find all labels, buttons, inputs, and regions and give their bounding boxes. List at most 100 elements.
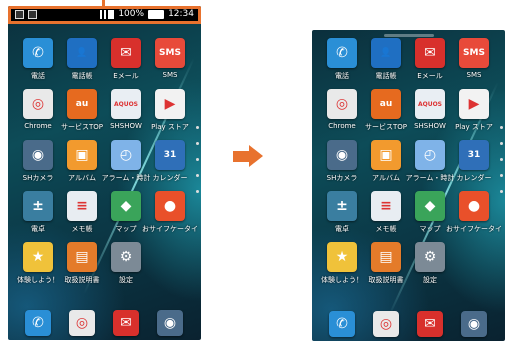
dock-slot[interactable]: ◉ — [148, 310, 192, 336]
app-shortcut[interactable]: ✆ 電話 — [320, 38, 364, 89]
calculator-icon[interactable]: ± — [23, 191, 53, 221]
dock-slot[interactable]: ◎ — [364, 311, 408, 337]
calendar-icon[interactable]: 31 — [459, 140, 489, 170]
app-shortcut[interactable]: ± 電卓 — [16, 191, 60, 242]
dock-chrome-icon[interactable]: ◎ — [69, 310, 95, 336]
app-shortcut[interactable]: ▣ アルバム — [60, 140, 104, 191]
app-shortcut[interactable]: ▶ Play ストア — [452, 89, 496, 140]
au-service-icon[interactable]: au — [67, 89, 97, 119]
maps-icon[interactable]: ◆ — [415, 191, 445, 221]
clock-icon[interactable]: ◴ — [111, 140, 141, 170]
phone-icon[interactable]: ✆ — [23, 38, 53, 68]
memo-icon[interactable]: ≡ — [67, 191, 97, 221]
app-shortcut[interactable]: ⚙ 設定 — [408, 242, 452, 293]
app-shortcut[interactable]: au サービスTOP — [60, 89, 104, 140]
app-shortcut[interactable]: ◴ アラーム・時計 — [405, 140, 455, 191]
app-shortcut[interactable]: ● おサイフケータイ — [446, 191, 502, 242]
memo-icon[interactable]: ≡ — [371, 191, 401, 221]
calculator-icon[interactable]: ± — [327, 191, 357, 221]
notification-icon — [15, 10, 24, 19]
app-shortcut[interactable]: ± 電卓 — [320, 191, 364, 242]
email-icon[interactable]: ✉ — [415, 38, 445, 68]
camera-icon[interactable]: ◉ — [23, 140, 53, 170]
sms-icon[interactable]: SMS — [155, 38, 185, 68]
settings-icon[interactable]: ⚙ — [111, 242, 141, 272]
app-shortcut[interactable]: ▶ Play ストア — [148, 89, 192, 140]
dock-slot[interactable]: ✆ — [16, 310, 60, 336]
album-icon[interactable]: ▣ — [371, 140, 401, 170]
app-shortcut[interactable]: SMS SMS — [148, 38, 192, 89]
app-shortcut[interactable]: ◆ マップ — [104, 191, 148, 242]
app-shortcut[interactable]: 👤 電話帳 — [60, 38, 104, 89]
osaifu-icon[interactable]: ● — [155, 191, 185, 221]
play-store-icon[interactable]: ▶ — [459, 89, 489, 119]
album-icon[interactable]: ▣ — [67, 140, 97, 170]
app-shortcut[interactable]: ● おサイフケータイ — [142, 191, 198, 242]
dock-phone-icon[interactable]: ✆ — [25, 310, 51, 336]
contacts-icon[interactable]: 👤 — [67, 38, 97, 68]
manual-icon[interactable]: ▤ — [371, 242, 401, 272]
osaifu-icon[interactable]: ● — [459, 191, 489, 221]
au-service-icon[interactable]: au — [371, 89, 401, 119]
dock-slot[interactable]: ✉ — [104, 310, 148, 336]
shshow-icon[interactable]: AQUOS — [415, 89, 445, 119]
app-shortcut[interactable]: ★ 体験しよう！ — [16, 242, 60, 293]
email-icon[interactable]: ✉ — [111, 38, 141, 68]
phone-icon[interactable]: ✆ — [327, 38, 357, 68]
app-shortcut[interactable]: ▤ 取扱説明書 — [60, 242, 104, 293]
maps-icon[interactable]: ◆ — [111, 191, 141, 221]
dock-phone-icon[interactable]: ✆ — [329, 311, 355, 337]
app-shortcut[interactable]: SMS SMS — [452, 38, 496, 89]
trial-icon[interactable]: ★ — [23, 242, 53, 272]
clock-icon[interactable]: ◴ — [415, 140, 445, 170]
dock-camera-icon[interactable]: ◉ — [157, 310, 183, 336]
app-label: SHカメラ — [326, 174, 358, 182]
app-shortcut[interactable]: ▣ アルバム — [364, 140, 408, 191]
play-store-icon[interactable]: ▶ — [155, 89, 185, 119]
app-shortcut[interactable]: ⚙ 設定 — [104, 242, 148, 293]
app-shortcut[interactable]: ◎ Chrome — [16, 89, 60, 140]
app-shortcut[interactable]: ◉ SHカメラ — [320, 140, 364, 191]
status-bar-hidden-handle[interactable] — [383, 34, 434, 37]
chrome-icon[interactable]: ◎ — [327, 89, 357, 119]
app-shortcut[interactable]: ◆ マップ — [408, 191, 452, 242]
app-shortcut[interactable]: AQUOS SHSHOW — [408, 89, 452, 140]
dock-slot[interactable]: ◎ — [60, 310, 104, 336]
contacts-icon[interactable]: 👤 — [371, 38, 401, 68]
app-label: Play ストア — [151, 123, 189, 131]
app-shortcut[interactable]: ▤ 取扱説明書 — [364, 242, 408, 293]
app-shortcut[interactable]: ◉ SHカメラ — [16, 140, 60, 191]
status-bar-highlighted: 100% 12:34 — [8, 6, 201, 24]
app-shortcut[interactable]: ≡ メモ帳 — [60, 191, 104, 242]
notification-icon — [28, 10, 37, 19]
app-shortcut[interactable]: au サービスTOP — [364, 89, 408, 140]
settings-icon[interactable]: ⚙ — [415, 242, 445, 272]
app-label: サービスTOP — [60, 123, 103, 131]
chrome-icon[interactable]: ◎ — [23, 89, 53, 119]
app-shortcut[interactable]: 31 カレンダー — [148, 140, 192, 191]
dock-slot[interactable]: ◉ — [452, 311, 496, 337]
app-shortcut[interactable]: ✉ Eメール — [104, 38, 148, 89]
dock-chrome-icon[interactable]: ◎ — [373, 311, 399, 337]
app-shortcut[interactable]: ≡ メモ帳 — [364, 191, 408, 242]
manual-icon[interactable]: ▤ — [67, 242, 97, 272]
app-shortcut[interactable]: ◎ Chrome — [320, 89, 364, 140]
dock-slot[interactable]: ✉ — [408, 311, 452, 337]
app-shortcut[interactable]: 31 カレンダー — [452, 140, 496, 191]
calendar-icon[interactable]: 31 — [155, 140, 185, 170]
app-shortcut[interactable]: AQUOS SHSHOW — [104, 89, 148, 140]
dock-camera-icon[interactable]: ◉ — [461, 311, 487, 337]
app-shortcut[interactable]: ✆ 電話 — [16, 38, 60, 89]
dock-email-icon[interactable]: ✉ — [113, 310, 139, 336]
dock-email-icon[interactable]: ✉ — [417, 311, 443, 337]
sms-icon[interactable]: SMS — [459, 38, 489, 68]
dock-slot[interactable]: ✆ — [320, 311, 364, 337]
camera-icon[interactable]: ◉ — [327, 140, 357, 170]
trial-icon[interactable]: ★ — [327, 242, 357, 272]
app-label: アラーム・時計 — [405, 174, 455, 182]
app-shortcut[interactable]: ✉ Eメール — [408, 38, 452, 89]
app-shortcut[interactable]: ★ 体験しよう！ — [320, 242, 364, 293]
shshow-icon[interactable]: AQUOS — [111, 89, 141, 119]
app-shortcut[interactable]: 👤 電話帳 — [364, 38, 408, 89]
app-shortcut[interactable]: ◴ アラーム・時計 — [102, 140, 150, 191]
